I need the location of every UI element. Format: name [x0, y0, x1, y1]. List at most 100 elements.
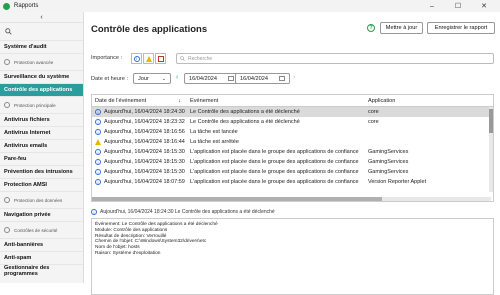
- cell-date: i Aujourd'hui, 16/04/2024 18:15:30: [92, 159, 187, 165]
- horizontal-scrollbar[interactable]: [92, 197, 491, 201]
- vertical-scrollbar[interactable]: [489, 107, 493, 192]
- cell-event: Le Contrôle des applications a été décle…: [190, 119, 300, 125]
- sidebar-item-antivirus-fichiers[interactable]: Antivirus fichiers: [0, 113, 83, 126]
- cell-date: i Aujourd'hui, 16/04/2024 18:16:56: [92, 129, 187, 135]
- cell-application: core: [368, 119, 379, 125]
- sidebar-item-prevention-des-intrusions[interactable]: Prévention des intrusions: [0, 165, 83, 178]
- info-icon: i: [95, 109, 101, 115]
- search-input[interactable]: Recherche: [176, 53, 494, 64]
- scrollbar-thumb[interactable]: [92, 197, 382, 201]
- sidebar-item-gestionnaire-des-programmes[interactable]: Gestionnaire des programmes: [0, 264, 83, 277]
- date-to-field[interactable]: 16/04/2024: [235, 73, 290, 84]
- cell-event: Le Contrôle des applications a été décle…: [190, 109, 300, 115]
- cell-application: Version Reporter Applet: [368, 179, 427, 185]
- info-icon: i: [95, 169, 101, 175]
- date-from-value: 16/04/2024: [189, 75, 217, 82]
- sidebar-item-anti-bannieres[interactable]: Anti-bannières: [0, 238, 83, 251]
- details-panel[interactable]: Événement: Le Contrôle des applications …: [91, 218, 494, 295]
- back-button[interactable]: ‹: [0, 12, 83, 23]
- table-row[interactable]: Aujourd'hui, 16/04/2024 18:16:44 La tâche…: [92, 137, 493, 147]
- info-icon: i: [95, 129, 101, 135]
- sidebar-item-antivirus-internet[interactable]: Antivirus Internet: [0, 126, 83, 139]
- update-button[interactable]: Mettre à jour: [380, 22, 423, 34]
- cell-date-text: Aujourd'hui, 16/04/2024 18:15:30: [104, 149, 185, 155]
- sidebar-search-button[interactable]: [0, 23, 83, 40]
- sidebar: ‹ Système d'audit Protection avancée Surve…: [0, 12, 84, 283]
- period-value: Jour: [138, 75, 149, 82]
- cell-application: GamingServices: [368, 169, 409, 175]
- importance-label: Importance :: [91, 55, 123, 61]
- sort-down-icon: ↓: [178, 97, 181, 104]
- table-header: Date de l'événement ↓ Événement Applicati…: [92, 95, 493, 107]
- minimize-button[interactable]: –: [424, 0, 440, 12]
- date-from-field[interactable]: 16/04/2024: [184, 73, 239, 84]
- details-line: Raison: Système d'exploitation: [95, 250, 161, 256]
- cell-date-text: Aujourd'hui, 16/04/2024 18:07:59: [104, 179, 185, 185]
- main-panel: Contrôle des applications ? Mettre à jou…: [85, 12, 500, 295]
- importance-info-toggle[interactable]: i: [131, 53, 142, 64]
- date-time-label: Date et heure :: [91, 76, 129, 82]
- date-to-value: 16/04/2024: [240, 75, 268, 82]
- table-row[interactable]: i Aujourd'hui, 16/04/2024 18:15:30 L'appli…: [92, 157, 493, 167]
- sidebar-group-protection-des-donnees: Protection des données: [0, 191, 83, 208]
- details-title: i Aujourd'hui, 16/04/2024 18:24:30 Le Co…: [91, 209, 275, 215]
- cell-date: i Aujourd'hui, 16/04/2024 18:15:30: [92, 169, 187, 175]
- sidebar-group-protection-principale: Protection principale: [0, 96, 83, 113]
- info-icon: i: [95, 159, 101, 165]
- critical-icon: [157, 55, 164, 62]
- sidebar-group-label: Protection avancée: [14, 59, 54, 65]
- column-application-header[interactable]: Application: [365, 98, 483, 104]
- column-date-header[interactable]: Date de l'événement ↓: [92, 98, 187, 104]
- title-bar: Rapports – ☐ ✕: [0, 0, 500, 12]
- table-row[interactable]: i Aujourd'hui, 16/04/2024 18:16:56 La tâch…: [92, 127, 493, 137]
- sidebar-item-pare-feu[interactable]: Pare-feu: [0, 152, 83, 165]
- importance-critical-toggle[interactable]: [155, 53, 166, 64]
- previous-date-button[interactable]: ‹: [176, 74, 178, 81]
- chevron-down-icon: ⌄: [161, 75, 166, 82]
- period-select[interactable]: Jour ⌄: [133, 73, 171, 84]
- sidebar-item-protection-amsi[interactable]: Protection AMSI: [0, 178, 83, 191]
- next-date-button[interactable]: ›: [293, 74, 295, 81]
- table-row[interactable]: i Aujourd'hui, 16/04/2024 18:07:59 L'appli…: [92, 177, 493, 187]
- sidebar-group-label: Protection principale: [14, 102, 56, 108]
- importance-warning-toggle[interactable]: [143, 53, 154, 64]
- cell-application: GamingServices: [368, 159, 409, 165]
- cell-date: i Aujourd'hui, 16/04/2024 18:15:30: [92, 149, 187, 155]
- sidebar-list: Système d'audit Protection avancée Surveil…: [0, 40, 83, 277]
- column-event-header[interactable]: Événement: [187, 98, 365, 104]
- table-body: i Aujourd'hui, 16/04/2024 18:24:30 Le Cont…: [92, 107, 493, 187]
- reports-window: Rapports – ☐ ✕ ‹ Système d'audit Protecti…: [0, 0, 500, 295]
- table-row[interactable]: i Aujourd'hui, 16/04/2024 18:23:32 Le Cont…: [92, 117, 493, 127]
- maximize-button[interactable]: ☐: [450, 0, 466, 12]
- page-title: Contrôle des applications: [91, 24, 208, 35]
- sidebar-group-label: Contrôles de sécurité: [14, 227, 58, 233]
- sidebar-item-surveillance-du-systeme[interactable]: Surveillance du système: [0, 70, 83, 83]
- save-report-button[interactable]: Enregistrer le rapport: [427, 22, 495, 34]
- calendar-icon: [228, 76, 234, 81]
- cell-event: L'application est placée dans le groupe …: [190, 149, 359, 155]
- search-placeholder: Recherche: [188, 55, 213, 62]
- details-title-text: Aujourd'hui, 16/04/2024 18:24:30 Le Cont…: [100, 209, 275, 215]
- cell-date: i Aujourd'hui, 16/04/2024 18:07:59: [92, 179, 187, 185]
- close-button[interactable]: ✕: [476, 0, 492, 12]
- cell-event: L'application est placée dans le groupe …: [190, 179, 359, 185]
- cell-application: core: [368, 109, 379, 115]
- table-row[interactable]: i Aujourd'hui, 16/04/2024 18:24:30 Le Cont…: [92, 107, 493, 117]
- table-row[interactable]: i Aujourd'hui, 16/04/2024 18:15:30 L'appli…: [92, 147, 493, 157]
- cell-date: i Aujourd'hui, 16/04/2024 18:24:30: [92, 109, 187, 115]
- sidebar-item-navigation-privee[interactable]: Navigation privée: [0, 208, 83, 221]
- sidebar-item-controle-des-applications[interactable]: Contrôle des applications: [0, 83, 83, 96]
- cell-date-text: Aujourd'hui, 16/04/2024 18:16:44: [104, 139, 185, 145]
- sidebar-item-antivirus-emails[interactable]: Antivirus emails: [0, 139, 83, 152]
- scrollbar-thumb[interactable]: [489, 109, 493, 133]
- shield-icon: [4, 102, 10, 108]
- events-table: Date de l'événement ↓ Événement Applicati…: [91, 94, 494, 202]
- table-row[interactable]: i Aujourd'hui, 16/04/2024 18:15:30 L'appli…: [92, 167, 493, 177]
- sidebar-item-systeme-d-audit[interactable]: Système d'audit: [0, 40, 83, 53]
- help-icon[interactable]: ?: [367, 24, 375, 32]
- sidebar-group-controles-de-securite: Contrôles de sécurité: [0, 221, 83, 238]
- cell-date-text: Aujourd'hui, 16/04/2024 18:15:30: [104, 159, 185, 165]
- cell-date-text: Aujourd'hui, 16/04/2024 18:23:32: [104, 119, 185, 125]
- info-icon: i: [133, 55, 140, 62]
- sidebar-item-anti-spam[interactable]: Anti-spam: [0, 251, 83, 264]
